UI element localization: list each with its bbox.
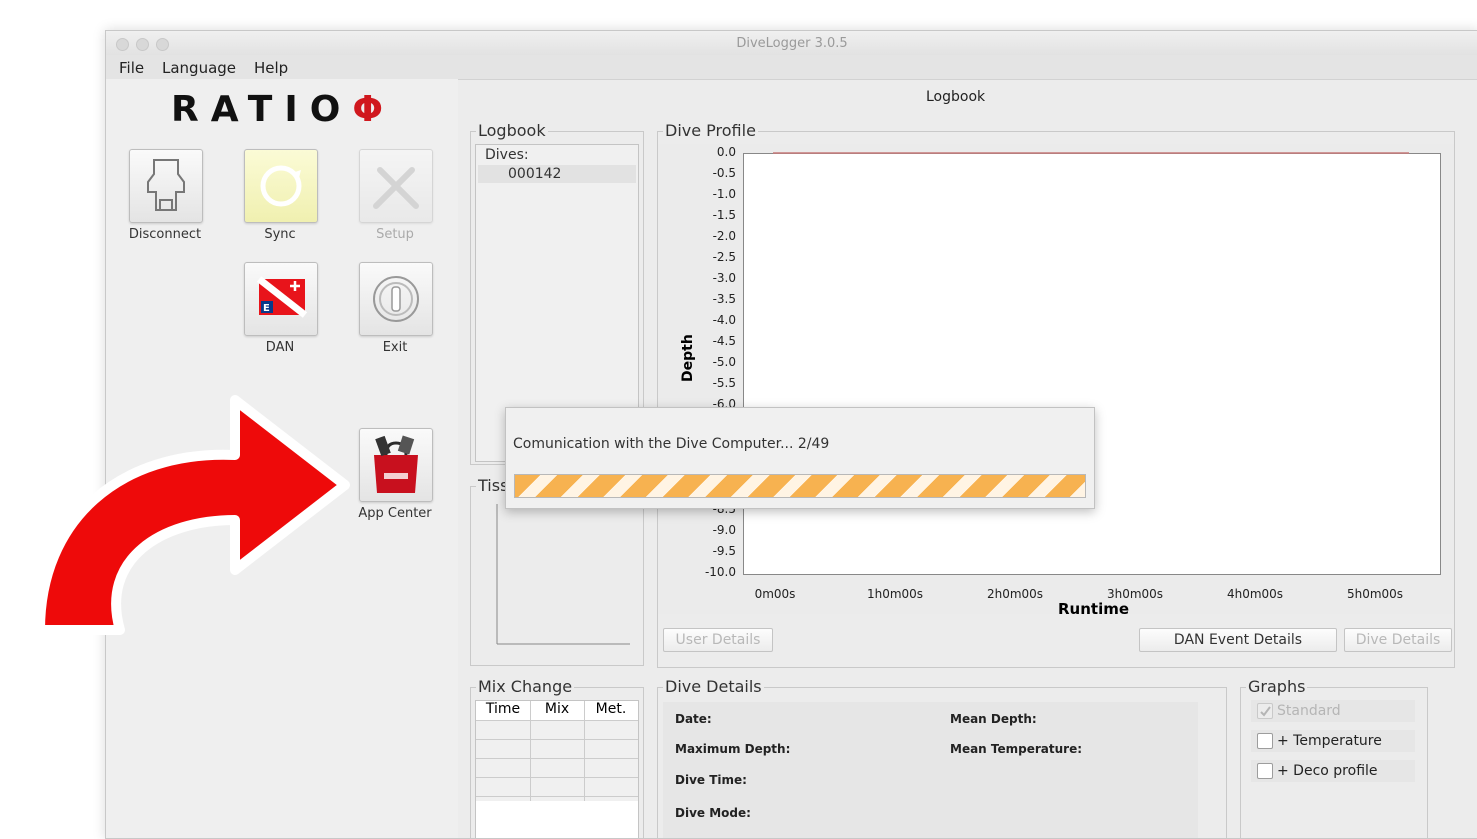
page-title: Logbook [926,89,986,105]
y-tick-label: -3.5 [712,292,736,306]
temperature-option[interactable]: + Temperature [1251,730,1415,752]
temperature-label: + Temperature [1277,733,1382,749]
deco-profile-option[interactable]: + Deco profile [1251,760,1415,782]
x-tick-label: 3h0m00s [1106,587,1164,601]
y-tick-label: -5.5 [712,376,736,390]
standard-label: Standard [1277,703,1341,719]
column-header-time[interactable]: Time [476,701,531,721]
exit-button[interactable] [359,262,433,336]
dive-details-body: Date: Maximum Depth: Dive Time: Dive Mod… [663,702,1198,838]
dive-mode-label: Dive Mode: [675,806,751,820]
menu-bar: File Language Help [106,55,1477,80]
menu-help[interactable]: Help [254,59,288,77]
title-bar: DiveLogger 3.0.5 [106,31,1477,56]
dan-label: DAN [265,340,295,355]
y-tick-label: -2.5 [712,250,736,264]
mix-change-panel: Mix Change Time Mix Met. [470,677,644,838]
graphs-title: Graphs [1246,677,1308,696]
deco-profile-label: + Deco profile [1277,763,1378,779]
y-axis-label: Depth [680,334,696,382]
y-tick-label: 0.0 [716,145,736,159]
power-icon [373,276,419,322]
exit-label: Exit [382,340,408,355]
standard-checkbox[interactable] [1257,703,1273,719]
logbook-title: Logbook [476,121,548,140]
y-tick-label: -0.5 [712,166,736,180]
wrench-screwdriver-icon [373,167,419,209]
setup-button[interactable] [359,149,433,223]
depth-chart-svg [773,152,1409,154]
svg-text:E: E [263,303,270,314]
dive-list-item[interactable]: 000142 [478,165,636,183]
sync-progress-dialog: Comunication with the Dive Computer... 2… [505,407,1095,509]
window-title: DiveLogger 3.0.5 [736,36,848,51]
plug-icon [147,159,185,211]
logo-text: RATIO [171,89,353,130]
standard-option[interactable]: Standard [1251,700,1415,722]
x-tick-label: 2h0m00s [986,587,1044,601]
graphs-panel: Graphs Standard + Temperature + Deco pro… [1240,677,1428,838]
sync-icon [260,165,302,207]
checkmark-icon [1260,706,1271,717]
x-tick-label: 5h0m00s [1346,587,1404,601]
y-tick-label: -9.5 [712,544,736,558]
chart-area: Depth Runtime 0.0 -0.5 -1.0 -1.5 -2.0 -2.5 -3.… [658,144,1454,618]
dive-details-button[interactable]: Dive Details [1344,628,1452,652]
dan-event-details-button[interactable]: DAN Event Details [1139,628,1337,652]
y-tick-label: -1.5 [712,208,736,222]
ratio-logo: RATIOΦ [171,89,383,130]
column-header-mix[interactable]: Mix [530,701,585,721]
x-axis-label: Runtime [1058,600,1130,618]
mean-depth-label: Mean Depth: [950,712,1037,726]
deco-profile-checkbox[interactable] [1257,763,1273,779]
max-depth-label: Maximum Depth: [675,742,791,756]
column-header-met[interactable]: Met. [584,701,638,721]
y-tick-label: -4.0 [712,313,736,327]
dives-node[interactable]: Dives: [485,147,529,163]
mix-change-table: Time Mix Met. [475,700,639,838]
progress-bar [514,474,1086,498]
mean-temperature-label: Mean Temperature: [950,742,1083,756]
y-tick-label: -1.0 [712,187,736,201]
mix-change-title: Mix Change [476,677,575,696]
menu-language[interactable]: Language [162,59,236,77]
sync-label: Sync [264,227,296,242]
tissue-chart [496,504,630,645]
dan-button[interactable]: E [244,262,318,336]
date-label: Date: [675,712,712,726]
y-tick-label: -3.0 [712,271,736,285]
logo-symbol: Φ [352,89,383,130]
disconnect-label: Disconnect [128,227,202,242]
dive-id: 000142 [508,166,562,182]
table-rows [476,721,638,801]
y-tick-label: -5.0 [712,355,736,369]
red-arrow-annotation [35,395,350,635]
x-tick-label: 4h0m00s [1226,587,1284,601]
dive-details-title: Dive Details [663,677,764,696]
user-details-button[interactable]: User Details [663,628,773,652]
y-tick-label: -2.0 [712,229,736,243]
menu-file[interactable]: File [119,59,144,77]
sync-button[interactable] [244,149,318,223]
x-tick-label: 1h0m00s [866,587,924,601]
dive-profile-panel: Dive Profile Depth Runtime 0.0 -0.5 -1.0 -1… [657,121,1455,668]
progress-message: Comunication with the Dive Computer... 2… [513,436,830,452]
dive-time-label: Dive Time: [675,773,747,787]
y-tick-label: -10.0 [704,565,736,579]
disconnect-button[interactable] [129,149,203,223]
y-tick-label: -9.0 [712,523,736,537]
dive-profile-title: Dive Profile [663,121,758,140]
temperature-checkbox[interactable] [1257,733,1273,749]
y-tick-label: -4.5 [712,334,736,348]
setup-label: Setup [376,227,414,242]
tissue-panel: Tiss [470,476,644,666]
dive-details-panel: Dive Details Date: Maximum Depth: Dive T… [657,677,1227,838]
dan-flag-icon: E [256,276,308,318]
x-tick-label: 0m00s [754,587,796,601]
